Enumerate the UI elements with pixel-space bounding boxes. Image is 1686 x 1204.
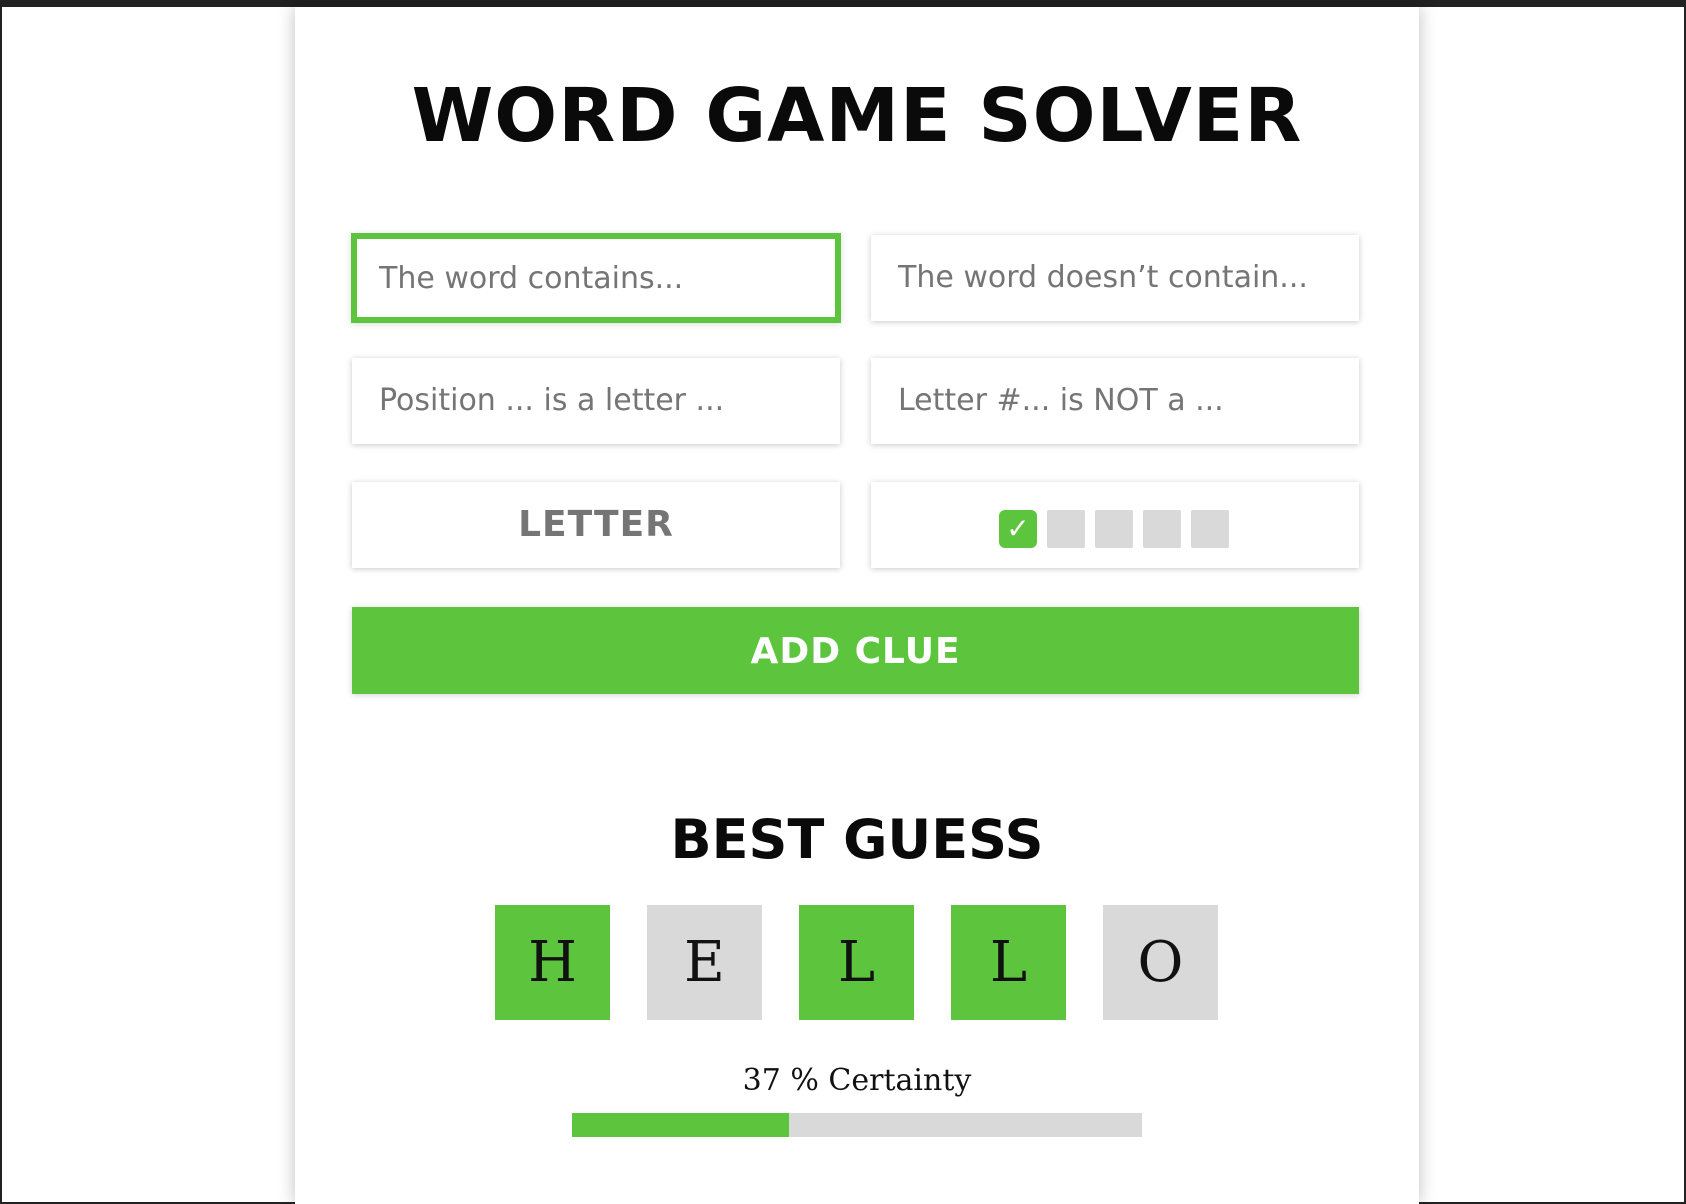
not-position-letter-input[interactable] [871, 358, 1359, 444]
position-checkbox-4[interactable] [1143, 510, 1181, 548]
guess-letter-tile: L [799, 905, 914, 1020]
certainty-progress-bar [572, 1113, 1142, 1137]
window-top-border [0, 0, 1686, 7]
page-title: WORD GAME SOLVER [411, 73, 1303, 159]
certainty-progress-fill [572, 1113, 789, 1137]
position-checkbox-row: ✓ [999, 510, 1229, 548]
guess-letter-tile: O [1103, 905, 1218, 1020]
best-guess-tiles: H E L L O [495, 905, 1218, 1020]
position-checkbox-2[interactable] [1047, 510, 1085, 548]
best-guess-title: BEST GUESS [670, 808, 1044, 871]
position-checkbox-3[interactable] [1095, 510, 1133, 548]
position-selector: ✓ [871, 482, 1359, 568]
not-contains-input[interactable] [871, 235, 1359, 321]
position-checkbox-5[interactable] [1191, 510, 1229, 548]
contains-input[interactable] [351, 233, 841, 323]
position-letter-input[interactable] [352, 358, 840, 444]
guess-letter-tile: L [951, 905, 1066, 1020]
guess-letter-tile: H [495, 905, 610, 1020]
add-clue-button[interactable]: ADD CLUE [352, 607, 1359, 694]
guess-letter-tile: E [647, 905, 762, 1020]
window-left-border [0, 0, 2, 1204]
certainty-label: 37 % Certainty [742, 1063, 972, 1098]
checkmark-icon: ✓ [1006, 512, 1030, 545]
solver-card: WORD GAME SOLVER ✓ ADD CLUE BEST GUESS H… [295, 7, 1419, 1204]
letter-input[interactable] [352, 482, 840, 568]
position-checkbox-1[interactable]: ✓ [999, 510, 1037, 548]
